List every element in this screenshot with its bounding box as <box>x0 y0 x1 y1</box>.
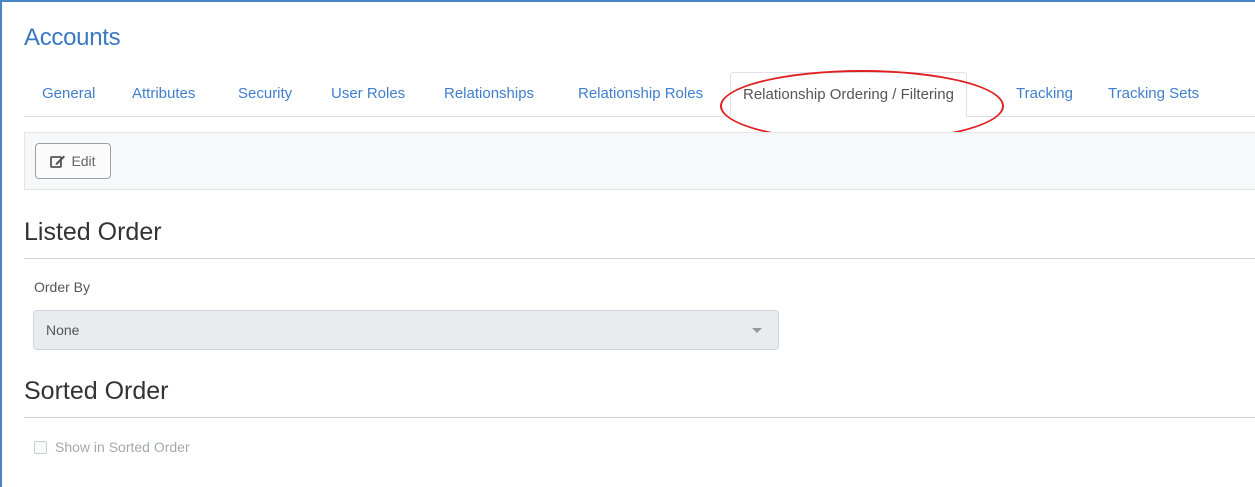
app-window: Accounts General Attributes Security Use… <box>0 0 1255 487</box>
tab-relationship-ordering-filtering[interactable]: Relationship Ordering / Filtering <box>730 72 967 117</box>
sorted-order-divider <box>24 417 1255 418</box>
tab-relationships[interactable]: Relationships <box>444 72 534 115</box>
edit-button[interactable]: Edit <box>35 143 111 179</box>
chevron-down-icon <box>752 328 762 333</box>
show-sorted-order-label: Show in Sorted Order <box>55 439 190 455</box>
show-sorted-order-option: Show in Sorted Order <box>34 439 190 455</box>
tab-security[interactable]: Security <box>238 72 292 115</box>
order-by-label: Order By <box>34 279 91 295</box>
tab-tracking-sets[interactable]: Tracking Sets <box>1108 72 1199 115</box>
tab-general[interactable]: General <box>42 72 95 115</box>
show-sorted-order-checkbox[interactable] <box>34 440 47 454</box>
edit-icon <box>50 154 66 169</box>
tab-attributes[interactable]: Attributes <box>132 72 195 115</box>
page-title: Accounts <box>24 24 121 51</box>
edit-button-label: Edit <box>71 153 96 169</box>
listed-order-divider <box>24 258 1255 259</box>
sorted-order-heading: Sorted Order <box>24 377 169 405</box>
order-by-value: None <box>46 322 80 338</box>
listed-order-heading: Listed Order <box>24 218 162 246</box>
tab-tracking[interactable]: Tracking <box>1016 72 1073 115</box>
tab-bar: General Attributes Security User Roles R… <box>24 72 1255 117</box>
order-by-select[interactable]: None <box>33 310 779 350</box>
tab-relationship-roles[interactable]: Relationship Roles <box>578 72 703 115</box>
toolbar: Edit <box>24 132 1255 190</box>
tab-user-roles[interactable]: User Roles <box>331 72 405 115</box>
